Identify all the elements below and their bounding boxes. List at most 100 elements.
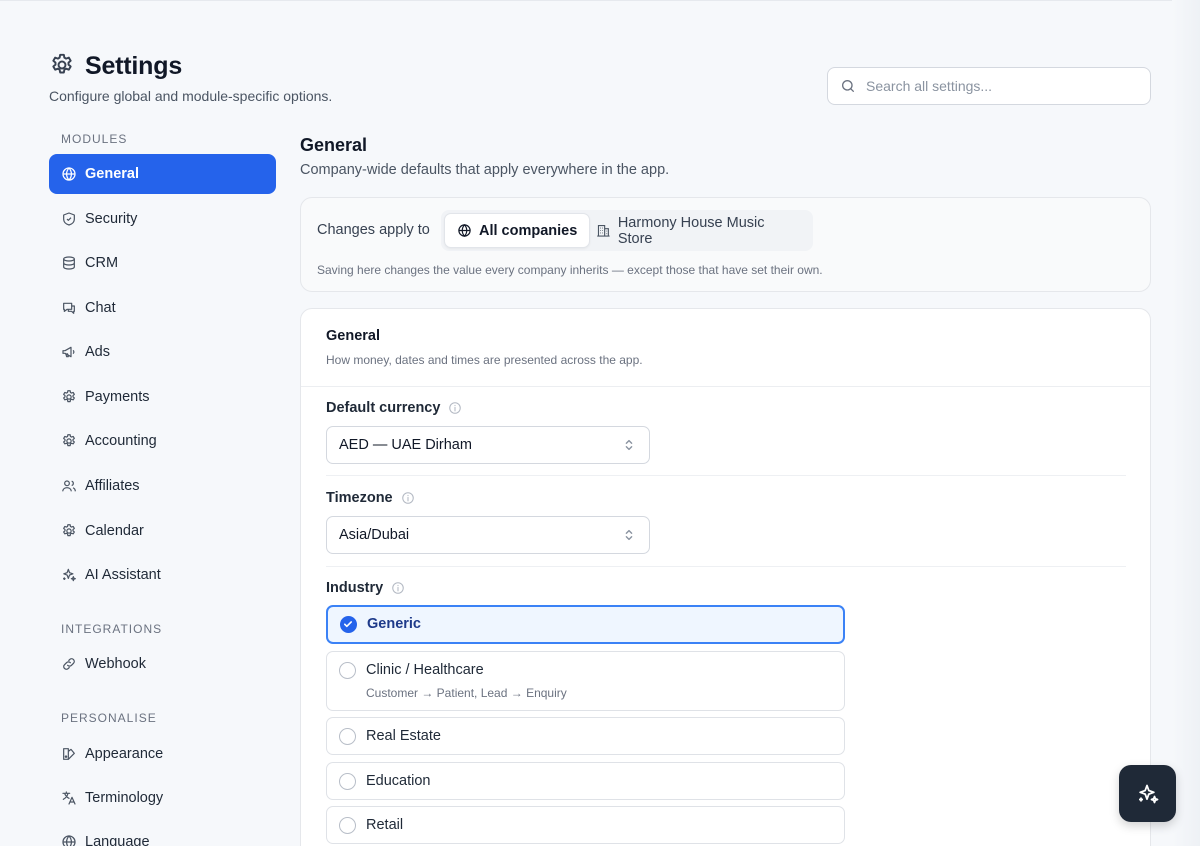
timezone-label-text: Timezone	[326, 490, 393, 506]
general-settings-card: General How money, dates and times are p…	[300, 308, 1151, 846]
page-subtitle: Configure global and module-specific opt…	[49, 88, 333, 104]
card-subtitle: How money, dates and times are presented…	[326, 353, 643, 367]
sidebar-item-language[interactable]: Language	[49, 822, 276, 846]
sidebar-item-label: Terminology	[85, 790, 164, 806]
sidebar-item-label: Payments	[85, 389, 150, 405]
chat-icon	[61, 300, 77, 316]
sidebar-item-label: Webhook	[85, 656, 146, 672]
chevron-up-down-icon	[623, 438, 635, 452]
sidebar-section-modules: MODULES	[61, 132, 128, 146]
scope-option-all-companies[interactable]: All companies	[444, 213, 591, 248]
users-icon	[61, 478, 77, 494]
search-input[interactable]	[866, 78, 1136, 94]
sidebar-item-label: Chat	[85, 300, 116, 316]
divider	[326, 566, 1126, 567]
gear-icon	[49, 52, 75, 78]
sidebar-item-label: Security	[85, 211, 138, 227]
sidebar-item-label: Language	[85, 834, 150, 846]
scope-card: Changes apply to All companies Harmony H…	[300, 197, 1151, 292]
currency-select[interactable]: AED — UAE Dirham	[326, 426, 650, 464]
gear-icon	[61, 523, 77, 539]
chevron-up-down-icon	[623, 528, 635, 542]
sidebar-item-label: AI Assistant	[85, 567, 161, 583]
sidebar-item-label: Calendar	[85, 523, 144, 539]
sidebar-item-crm[interactable]: CRM	[49, 243, 276, 283]
scope-toggle: All companies Harmony House Music Store	[441, 210, 813, 251]
divider	[326, 475, 1126, 476]
industry-option-label: Education	[366, 773, 431, 789]
industry-option-label: Clinic / Healthcare	[366, 662, 484, 678]
industry-option-education[interactable]: Education	[326, 762, 845, 800]
radio-icon	[339, 817, 356, 834]
building-icon	[596, 223, 611, 238]
info-icon[interactable]	[391, 581, 405, 595]
globe-icon	[457, 223, 472, 238]
sidebar-item-chat[interactable]: Chat	[49, 288, 276, 328]
timezone-select[interactable]: Asia/Dubai	[326, 516, 650, 554]
industry-option-generic[interactable]: Generic	[326, 605, 845, 644]
check-icon	[341, 617, 355, 631]
industry-option-real-estate[interactable]: Real Estate	[326, 717, 845, 755]
industry-option-label: Retail	[366, 817, 404, 833]
scope-option-label: All companies	[479, 222, 578, 239]
sidebar-item-security[interactable]: Security	[49, 199, 276, 239]
sparkles-icon	[61, 567, 77, 583]
globe-icon	[61, 166, 77, 182]
section-subtitle: Company-wide defaults that apply everywh…	[300, 162, 670, 178]
sidebar-section-integrations: INTEGRATIONS	[61, 622, 163, 636]
info-icon[interactable]	[401, 491, 415, 505]
sidebar-item-label: General	[85, 166, 139, 182]
sidebar-item-general[interactable]: General	[49, 154, 276, 194]
globe-icon	[61, 834, 77, 846]
scope-label: Changes apply to	[317, 222, 430, 238]
sidebar-item-terminology[interactable]: Terminology	[49, 778, 276, 818]
timezone-value: Asia/Dubai	[339, 527, 410, 543]
gear-icon	[61, 433, 77, 449]
sidebar-section-personalise: PERSONALISE	[61, 711, 157, 725]
industry-label: Industry	[326, 580, 405, 596]
radio-icon	[339, 662, 356, 679]
industry-option-label: Generic	[367, 616, 421, 632]
sidebar-item-payments[interactable]: Payments	[49, 377, 276, 417]
currency-value: AED — UAE Dirham	[339, 437, 472, 453]
sidebar-item-ads[interactable]: Ads	[49, 332, 276, 372]
translate-icon	[61, 790, 77, 806]
divider	[301, 386, 1150, 387]
industry-option-desc: Customer → Patient, Lead → Enquiry	[366, 686, 567, 700]
scope-note: Saving here changes the value every comp…	[317, 263, 823, 277]
right-edge-shade	[1172, 0, 1200, 846]
sidebar-item-accounting[interactable]: Accounting	[49, 421, 276, 461]
page-title: Settings	[85, 52, 183, 80]
sidebar-item-label: Ads	[85, 344, 110, 360]
sidebar-item-label: CRM	[85, 255, 119, 271]
industry-option-label: Real Estate	[366, 728, 441, 744]
ai-assistant-button[interactable]	[1119, 765, 1176, 822]
sidebar-item-ai-assistant[interactable]: AI Assistant	[49, 555, 276, 595]
sidebar-item-label: Appearance	[85, 746, 164, 762]
industry-option-retail[interactable]: Retail	[326, 806, 845, 844]
sidebar-item-appearance[interactable]: Appearance	[49, 734, 276, 774]
section-title: General	[300, 135, 368, 155]
shield-icon	[61, 211, 77, 227]
radio-icon	[339, 728, 356, 745]
megaphone-icon	[61, 344, 77, 360]
industry-option-clinic[interactable]: Clinic / Healthcare Customer → Patient, …	[326, 651, 845, 711]
radio-icon	[339, 773, 356, 790]
industry-label-text: Industry	[326, 580, 384, 596]
link-icon	[61, 656, 77, 672]
sidebar-item-webhook[interactable]: Webhook	[49, 644, 276, 684]
gear-icon	[61, 389, 77, 405]
timezone-label: Timezone	[326, 490, 415, 506]
info-icon[interactable]	[448, 401, 462, 415]
sidebar-item-label: Affiliates	[85, 478, 140, 494]
scope-option-company[interactable]: Harmony House Music Store	[584, 213, 813, 248]
sparkles-icon	[1136, 782, 1160, 806]
search-box[interactable]	[827, 67, 1151, 105]
sidebar-item-label: Accounting	[85, 433, 157, 449]
top-border	[0, 0, 1200, 1]
sidebar-item-affiliates[interactable]: Affiliates	[49, 466, 276, 506]
sidebar-item-calendar[interactable]: Calendar	[49, 511, 276, 551]
scope-option-label: Harmony House Music Store	[617, 214, 765, 247]
currency-label: Default currency	[326, 400, 462, 416]
palette-icon	[61, 746, 77, 762]
